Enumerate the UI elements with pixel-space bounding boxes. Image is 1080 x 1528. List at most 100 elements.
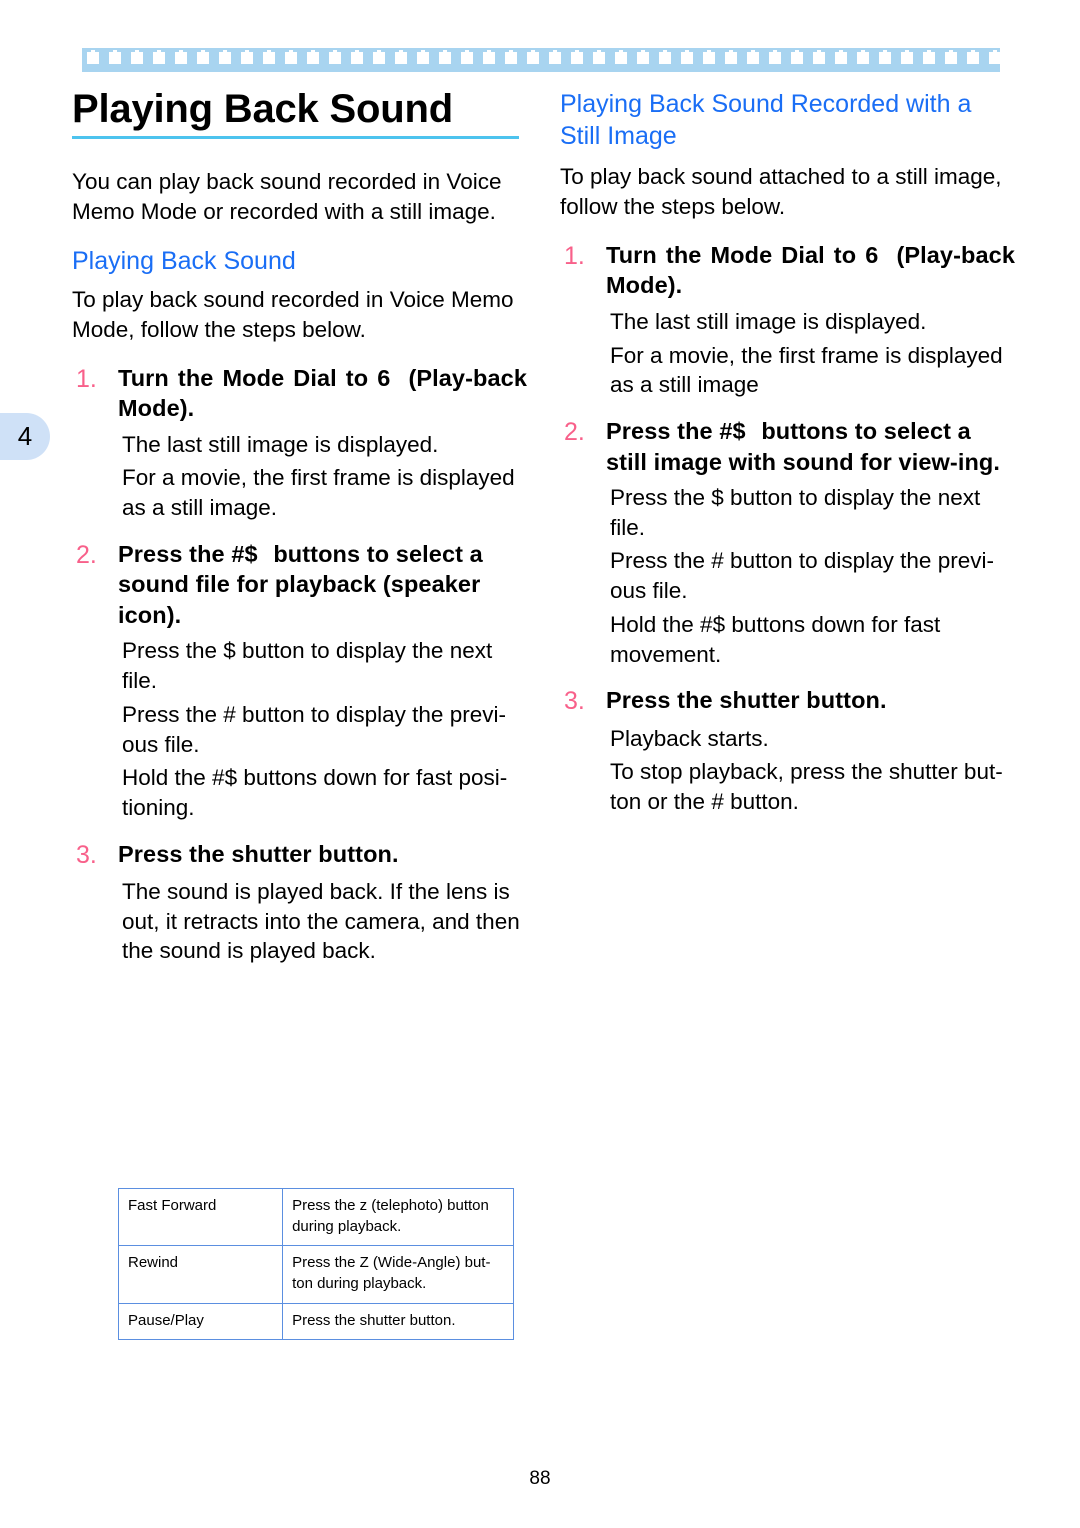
page-number: 88 [529,1468,551,1489]
right-step-1: 1. Turn the Mode Dial to 6 (Play-back Mo… [560,240,1015,301]
right-step-3-line-1: Playback starts. [610,725,769,751]
step-1: 1. Turn the Mode Dial to 6 (Play-back Mo… [72,363,527,424]
chapter-tab: 4 [0,413,50,460]
border-motif-icon [192,48,214,72]
step-1-line-2: For a movie, the first frame is displaye… [122,465,515,521]
table-row: Fast Forward Press the z (telephoto) butt… [117,1187,514,1247]
border-motif-icon [918,48,940,72]
step-2-line-1: Press the $ button to display the next f… [122,638,493,694]
step-1-line-1: The last still image is displayed. [122,431,439,457]
right-step-1-line-2: For a movie, the first frame is displaye… [610,342,1003,398]
border-motif-icon [456,48,478,72]
step-2-line-3: Hold the #$ buttons down for fast posi-t… [122,765,508,820]
right-step-1-title: Turn the Mode Dial to 6 (Play-back Mode)… [606,240,1015,301]
left-column: Playing Back Sound You can play back sou… [72,88,527,982]
border-motif-icon [852,48,874,72]
step-3-body: The sound is played back. If the lens is… [122,877,527,966]
border-motif-icon [588,48,610,72]
page-intro: You can play back sound recorded in Voic… [72,169,502,224]
border-motif-icon [500,48,522,72]
step-1-title: Turn the Mode Dial to 6 (Play-back Mode)… [118,363,527,424]
border-motif-icon [302,48,324,72]
right-step-2-body: Press the $ button to display the next f… [610,483,1015,669]
border-motif-icon [940,48,962,72]
border-motif-icon [984,48,1000,72]
table-cell-instruction: Press the z (telephoto) button during pl… [282,1187,514,1247]
border-motif-icon [104,48,126,72]
right-step-3-title: Press the shutter button. [606,687,887,714]
border-motif-icon [786,48,808,72]
border-motif-icon [962,48,984,72]
right-step-2-line-3: Hold the #$ buttons down for fast moveme… [610,611,941,667]
border-motif-icon [522,48,544,72]
border-motif-icon [720,48,742,72]
decorative-top-border [82,48,1000,72]
border-motif-icon [368,48,390,72]
table-cell-operation: Pause/Play [117,1302,284,1341]
title-underline [72,136,519,139]
border-motif-icon [434,48,456,72]
step-2-line-2: Press the # button to display the previ-… [122,701,506,757]
border-motif-icon [764,48,786,72]
right-section-intro: To play back sound attached to a still i… [560,164,1002,219]
section-intro: To play back sound recorded in Voice Mem… [72,286,514,342]
border-motif-icon [346,48,368,72]
step-2-number: 2. [76,540,97,569]
border-motif-icon [654,48,676,72]
step-3-number: 3. [76,840,97,869]
step-2-body: Press the $ button to display the next f… [122,636,527,822]
right-step-3: 3. Press the shutter button. [560,685,1015,718]
border-motif-icon [390,48,412,72]
border-motif-icon [258,48,280,72]
border-motif-icon [676,48,698,72]
border-motif-icon [698,48,720,72]
table-cell-instruction: Press the Z (Wide-Angle) but-ton during … [282,1245,514,1304]
right-column: Playing Back Sound Recorded with a Still… [560,88,1015,833]
border-motif-icon [544,48,566,72]
step-2-title: Press the #$ buttons to select a sound f… [118,539,527,631]
right-step-1-title-part-a: Turn the Mode Dial to 6 [606,241,879,268]
right-step-2-title-part-a: Press the #$ [606,418,746,444]
step-1-title-part-a: Turn the Mode Dial to 6 [118,364,391,391]
right-step-2-line-2: Press the # button to display the previ-… [610,548,994,604]
step-3: 3. Press the shutter button. [72,839,527,872]
border-motif-icon [82,48,104,72]
border-motif-icon [170,48,192,72]
table-cell-operation: Rewind [117,1245,284,1304]
border-motif-icon [808,48,830,72]
section-heading-recorded-with-still-image: Playing Back Sound Recorded with a Still… [560,90,972,150]
step-3-title: Press the shutter button. [118,840,399,867]
right-step-3-line-2: To stop playback, press the shutter but-… [610,759,1003,815]
table-row: Rewind Press the Z (Wide-Angle) but-ton d… [117,1245,514,1304]
border-motif-icon [874,48,896,72]
border-motif-icon [324,48,346,72]
right-step-3-body: Playback starts. To stop playback, press… [610,724,1015,817]
page-title: Playing Back Sound [72,87,453,131]
chapter-tab-number: 4 [17,421,33,451]
border-motif-icon [126,48,148,72]
border-motif-row [82,48,1000,72]
playback-operations-table: Fast Forward Press the z (telephoto) butt… [117,1187,514,1341]
right-step-1-line-1: The last still image is displayed. [610,308,927,334]
border-motif-icon [632,48,654,72]
section-heading-playing-back-sound: Playing Back Sound [72,246,296,275]
right-step-3-number: 3. [564,687,585,716]
step-2: 2. Press the #$ buttons to select a soun… [72,539,527,631]
step-1-number: 1. [76,364,97,393]
right-step-1-number: 1. [564,241,585,270]
right-step-2-line-1: Press the $ button to display the next f… [610,485,981,540]
border-motif-icon [280,48,302,72]
table-cell-operation: Fast Forward [117,1187,284,1247]
step-1-body: The last still image is displayed. For a… [122,430,527,523]
border-motif-icon [412,48,434,72]
right-step-2-number: 2. [564,418,585,446]
table-cell-instruction: Press the shutter button. [282,1302,514,1341]
right-step-2: 2. Press the #$ buttons to select a stil… [560,416,1015,477]
border-motif-icon [742,48,764,72]
border-motif-icon [478,48,500,72]
step-2-title-part-a: Press the #$ [118,540,258,567]
right-step-1-body: The last still image is displayed. For a… [610,307,1015,400]
border-motif-icon [610,48,632,72]
right-step-2-title: Press the #$ buttons to select a still i… [606,416,1015,477]
border-motif-icon [566,48,588,72]
